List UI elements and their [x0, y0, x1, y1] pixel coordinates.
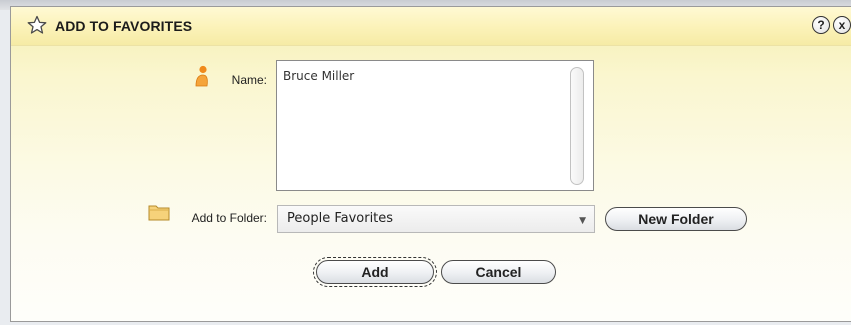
folder-icon: [148, 205, 170, 221]
add-to-folder-label: Add to Folder:: [191, 211, 267, 225]
help-button[interactable]: ?: [812, 16, 830, 34]
name-textarea[interactable]: Bruce Miller: [276, 60, 594, 191]
folder-select-value: People Favorites: [287, 211, 394, 226]
dropdown-arrow-icon[interactable]: ▼: [579, 208, 586, 234]
person-icon: [195, 65, 208, 87]
folder-select[interactable]: People Favorites ▼: [277, 205, 595, 233]
name-label: Name:: [231, 73, 267, 87]
dialog-titlebar: ADD TO FAVORITES ? x: [11, 7, 851, 46]
add-button[interactable]: Add: [313, 257, 437, 287]
cancel-button[interactable]: Cancel: [441, 260, 556, 284]
close-button[interactable]: x: [833, 16, 851, 34]
star-icon: [27, 15, 47, 34]
new-folder-button[interactable]: New Folder: [605, 207, 747, 231]
name-textarea-scrollbar[interactable]: [570, 67, 584, 185]
dialog-title: ADD TO FAVORITES: [55, 18, 193, 34]
